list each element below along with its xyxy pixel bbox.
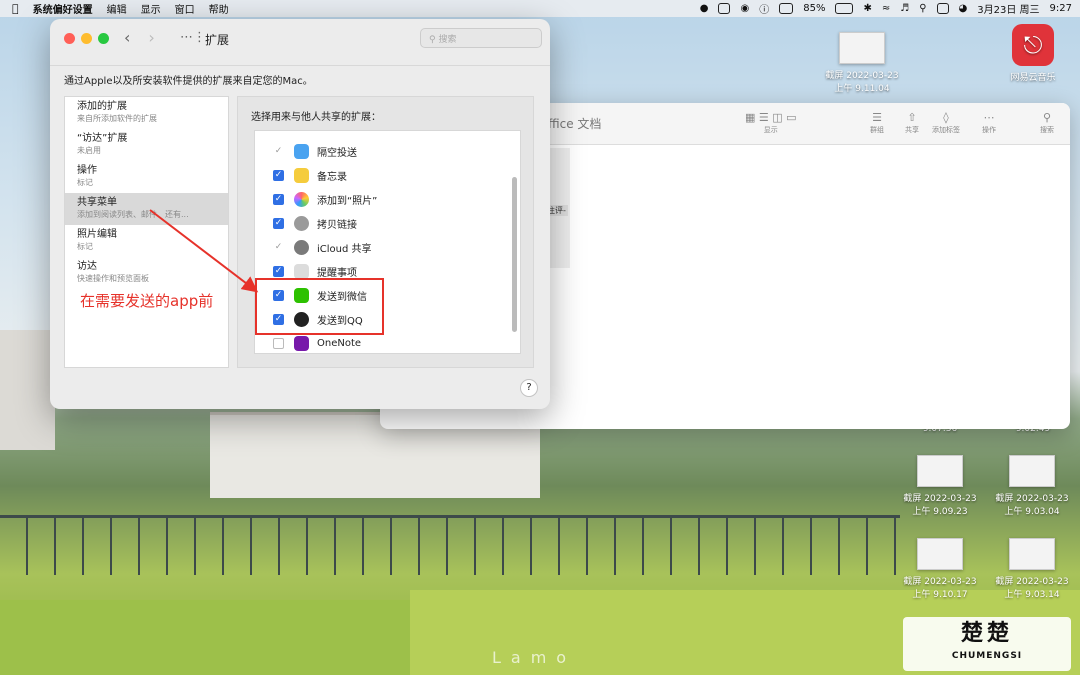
watermark-small: CHUMENGSI <box>951 651 1023 661</box>
highlight-box <box>255 278 384 335</box>
annotation-text: 在需要发送的app前 <box>80 292 214 310</box>
watermark-logo: 楚楚 CHUMENGSI <box>903 617 1071 671</box>
annotation-arrow <box>149 209 259 293</box>
watermark-big: 楚楚 <box>960 621 1013 646</box>
